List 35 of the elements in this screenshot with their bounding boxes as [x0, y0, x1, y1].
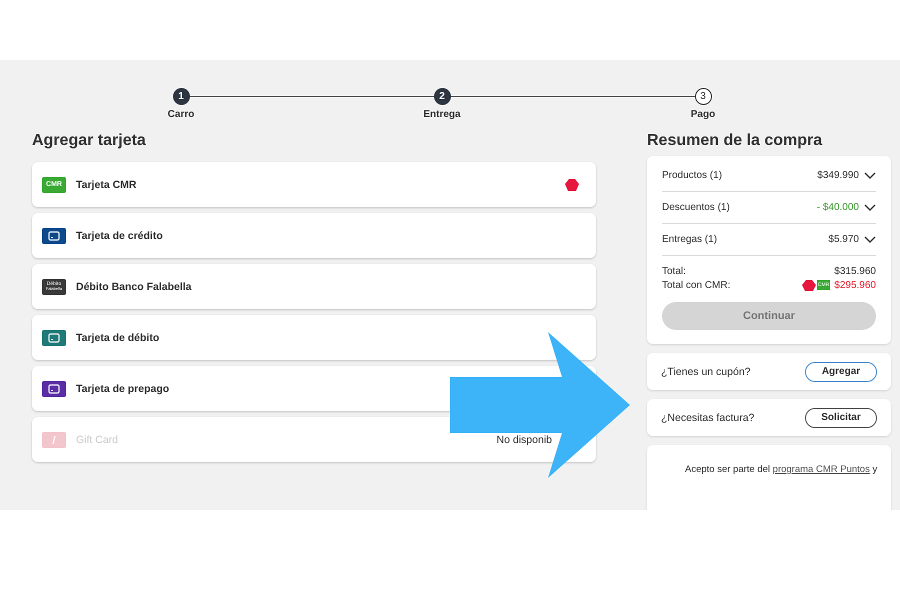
- step-label: Carro: [168, 109, 194, 120]
- summary-label: Productos (1): [662, 170, 724, 181]
- total-amount: $295.960: [834, 280, 876, 290]
- section-title: Resumen de la compra: [647, 132, 824, 150]
- question-text: ¿Tienes un cupón?: [661, 366, 751, 378]
- option-label: Débito Banco Falabella: [76, 280, 192, 292]
- total-label: Total con CMR:: [662, 280, 730, 290]
- option-label: Tarjeta de débito: [76, 332, 160, 344]
- payment-option[interactable]: Tarjeta de débito: [32, 315, 596, 360]
- total-label: Total:: [662, 266, 686, 276]
- request-button[interactable]: Solicitar: [805, 408, 877, 428]
- summary-label: Entregas (1): [662, 234, 718, 245]
- summary-amount: - $40.000: [816, 202, 859, 213]
- question-text: ¿Necesitas factura?: [661, 412, 754, 424]
- add-button[interactable]: Agregar: [805, 362, 877, 382]
- chevron-down-icon[interactable]: [864, 204, 876, 212]
- step-number: 1: [172, 88, 190, 105]
- summary-label: Descuentos (1): [662, 202, 731, 213]
- option-label: Tarjeta de crédito: [76, 230, 163, 242]
- step-label: Pago: [690, 109, 716, 120]
- chevron-down-icon[interactable]: [864, 172, 876, 180]
- status-text: No disponib: [496, 434, 552, 446]
- option-label: Tarjeta de prepago: [76, 382, 170, 394]
- summary-amount: $5.970: [828, 234, 859, 245]
- chevron-down-icon[interactable]: [864, 236, 876, 244]
- program-link[interactable]: programa CMR Puntos: [772, 464, 870, 475]
- step-number: 3: [694, 88, 712, 105]
- summary-amount: $349.990: [817, 170, 859, 181]
- section-title: Agregar tarjeta: [32, 132, 147, 150]
- step-number: 2: [434, 88, 450, 105]
- step-label: Entrega: [423, 109, 461, 120]
- payment-option[interactable]: Tarjeta de crédito: [32, 213, 596, 258]
- total-amount: $315.960: [834, 266, 876, 276]
- consent-text: Acepto ser parte del programa CMR Puntos y: [685, 464, 878, 475]
- option-label: Tarjeta CMR: [76, 178, 136, 190]
